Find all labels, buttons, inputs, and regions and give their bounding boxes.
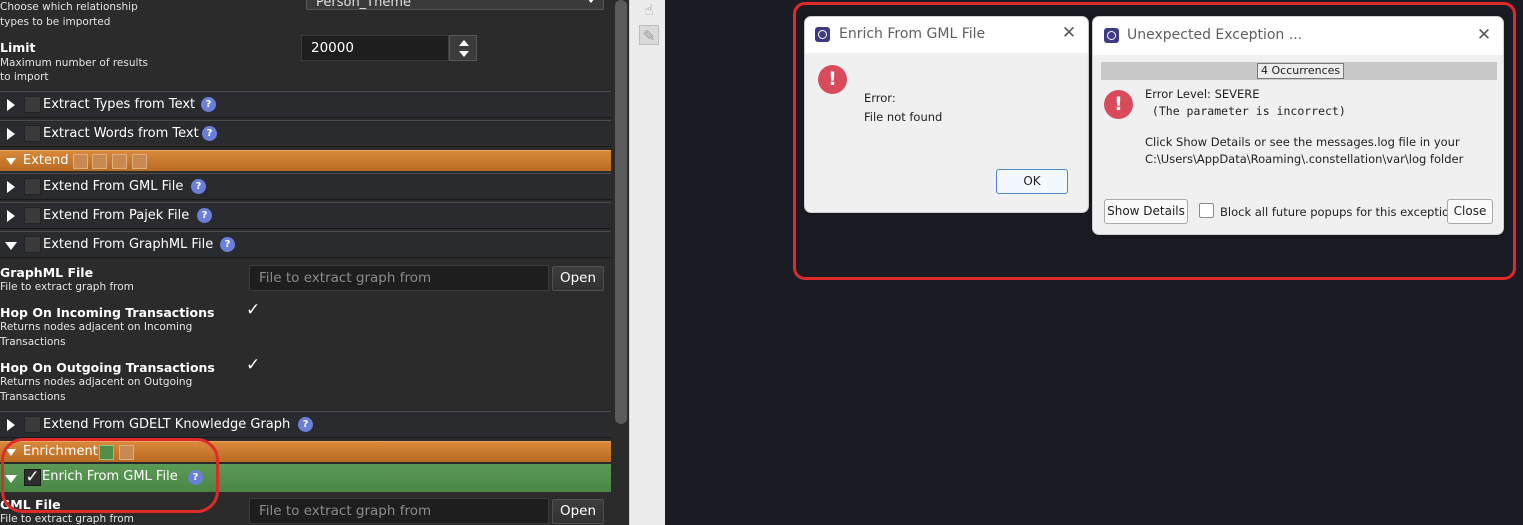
hop-outgoing-checkbox[interactable]: ✓: [246, 357, 262, 374]
help-icon[interactable]: ?: [191, 179, 206, 194]
graphml-file-parameter: GraphML File File to extract graph from: [0, 266, 134, 295]
plugin-label: Extend From GraphML File: [43, 237, 214, 252]
relationship-types-dropdown[interactable]: Person_Theme: [306, 0, 604, 10]
help-icon[interactable]: ?: [202, 126, 217, 141]
plugin-row-extract-words[interactable]: Extract Words from Text ?: [0, 120, 611, 147]
relationship-types-desc-1: Choose which relationship: [0, 1, 138, 13]
expand-arrow-icon[interactable]: [7, 210, 15, 222]
plugin-checkbox[interactable]: [24, 236, 41, 253]
category-expand-icon[interactable]: [112, 154, 127, 169]
gml-open-button[interactable]: Open: [552, 499, 604, 524]
graph-toolstrip: ☝ ✎: [629, 0, 665, 525]
expand-arrow-icon[interactable]: [7, 99, 15, 111]
plugin-checkbox[interactable]: [24, 178, 41, 195]
graphml-file-label: GraphML File: [0, 265, 94, 280]
hop-outgoing-label: Hop On Outgoing Transactions: [0, 360, 215, 375]
category-select-none-icon[interactable]: [73, 154, 88, 169]
limit-desc-1: Maximum number of results: [0, 57, 149, 69]
expand-arrow-icon[interactable]: [7, 181, 15, 193]
collapse-arrow-icon[interactable]: [5, 242, 17, 250]
plugin-row-extend-gml[interactable]: Extend From GML File ?: [0, 173, 611, 200]
relationship-types-parameter: Choose which relationship types to be im…: [0, 0, 138, 30]
hop-incoming-parameter: Hop On Incoming Transactions Returns nod…: [0, 306, 214, 350]
hop-incoming-desc-1: Returns nodes adjacent on Incoming: [0, 321, 193, 333]
graphml-file-desc: File to extract graph from: [0, 281, 134, 293]
limit-desc-2: to import: [0, 71, 49, 83]
spinner-down-icon[interactable]: [459, 51, 469, 57]
plugin-label: Extend From Pajek File: [43, 208, 190, 223]
plugin-label: Extract Types from Text: [43, 97, 196, 112]
help-icon[interactable]: ?: [298, 417, 313, 432]
plugin-row-extend-graphml[interactable]: Extend From GraphML File ?: [0, 231, 611, 258]
plugin-label: Extract Words from Text: [43, 126, 199, 141]
category-label: Extend: [23, 153, 69, 168]
annotation-highlight-ellipse: [1, 438, 219, 513]
plugin-checkbox[interactable]: [24, 125, 41, 142]
plugin-label: Extend From GDELT Knowledge Graph: [43, 417, 291, 432]
collapse-arrow-icon[interactable]: [6, 158, 16, 165]
plugin-checkbox[interactable]: [24, 416, 41, 433]
relationship-types-desc-2: types to be imported: [0, 16, 111, 28]
hop-outgoing-parameter: Hop On Outgoing Transactions Returns nod…: [0, 361, 215, 405]
graphml-file-input[interactable]: File to extract graph from: [249, 265, 549, 291]
graphml-open-button[interactable]: Open: [552, 266, 604, 291]
plugin-row-extract-types[interactable]: Extract Types from Text ?: [0, 91, 611, 118]
hop-incoming-checkbox[interactable]: ✓: [246, 302, 262, 319]
category-collapse-icon[interactable]: [132, 154, 147, 169]
plugin-parameters-panel: Choose which relationship types to be im…: [0, 0, 613, 525]
limit-label: Limit: [0, 40, 36, 55]
plugin-checkbox[interactable]: [24, 96, 41, 113]
hop-incoming-desc-2: Transactions: [0, 336, 66, 348]
spinner-up-icon[interactable]: [459, 40, 469, 46]
category-extend[interactable]: Extend: [0, 150, 611, 171]
help-icon[interactable]: ?: [201, 97, 216, 112]
plugin-checkbox[interactable]: [24, 207, 41, 224]
relationship-types-value: Person_Theme: [316, 0, 412, 10]
hop-outgoing-desc-2: Transactions: [0, 391, 66, 403]
gml-file-input[interactable]: File to extract graph from: [249, 498, 549, 524]
expand-arrow-icon[interactable]: [7, 419, 15, 431]
hop-outgoing-desc-1: Returns nodes adjacent on Outgoing: [0, 376, 193, 388]
hand-pointer-icon[interactable]: ☝: [639, 0, 659, 20]
limit-input[interactable]: 20000: [301, 35, 449, 61]
limit-spinner[interactable]: [449, 35, 477, 61]
expand-arrow-icon[interactable]: [7, 128, 15, 140]
limit-parameter: Limit Maximum number of results to impor…: [0, 41, 148, 85]
gml-file-desc: File to extract graph from: [0, 513, 134, 525]
plugin-row-extend-pajek[interactable]: Extend From Pajek File ?: [0, 202, 611, 229]
category-select-all-icon[interactable]: [92, 154, 107, 169]
plugin-row-extend-gdelt[interactable]: Extend From GDELT Knowledge Graph ?: [0, 411, 611, 438]
plugin-label: Extend From GML File: [43, 179, 184, 194]
chevron-down-icon: [587, 0, 595, 3]
pencil-icon[interactable]: ✎: [639, 25, 659, 45]
help-icon[interactable]: ?: [197, 208, 212, 223]
annotation-highlight-box: [793, 2, 1516, 280]
hop-incoming-label: Hop On Incoming Transactions: [0, 305, 215, 320]
scrollbar-thumb[interactable]: [615, 0, 627, 424]
help-icon[interactable]: ?: [220, 237, 235, 252]
